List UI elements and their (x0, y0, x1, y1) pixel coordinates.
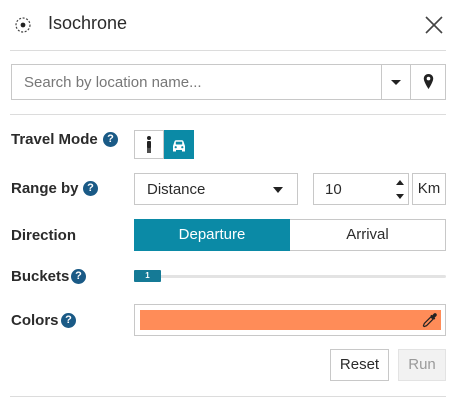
map-pin-icon (423, 74, 434, 89)
colors-label: Colors (11, 312, 59, 329)
search-input[interactable] (12, 65, 382, 99)
buckets-slider-track[interactable] (134, 275, 446, 278)
range-value-input[interactable]: 10 (313, 173, 409, 205)
walking-person-icon (147, 136, 151, 153)
panel-header: Isochrone (0, 0, 460, 50)
direction-arrival-button[interactable]: Arrival (290, 219, 446, 251)
direction-label: Direction (11, 227, 77, 244)
header-divider (10, 50, 446, 51)
reset-button[interactable]: Reset (330, 349, 389, 381)
buckets-label: Buckets (11, 268, 70, 285)
color-swatch[interactable] (140, 310, 441, 330)
search-divider (10, 114, 446, 115)
range-by-selected: Distance (147, 181, 206, 198)
location-button[interactable] (411, 65, 446, 99)
car-icon (173, 140, 185, 152)
chevron-down-icon (273, 187, 283, 193)
eyedropper-icon[interactable] (422, 312, 438, 328)
location-search (11, 64, 446, 100)
help-icon[interactable]: ? (61, 313, 76, 328)
travel-mode-walking-button[interactable] (134, 130, 164, 159)
caret-down-icon (391, 80, 401, 85)
help-icon[interactable]: ? (103, 132, 118, 147)
travel-mode-car-button[interactable] (164, 130, 194, 159)
color-field (134, 304, 446, 336)
spinner-down-icon[interactable] (394, 191, 406, 202)
spinner-up-icon[interactable] (394, 177, 406, 188)
footer-divider (10, 396, 446, 397)
help-icon[interactable]: ? (83, 181, 98, 196)
travel-mode-label: Travel Mode (11, 131, 98, 148)
help-icon[interactable]: ? (71, 269, 86, 284)
buckets-slider-handle[interactable]: 1 (134, 270, 161, 282)
range-by-select[interactable]: Distance (134, 173, 298, 205)
range-unit: Km (412, 173, 446, 205)
range-by-label: Range by (11, 180, 79, 197)
panel-title: Isochrone (48, 13, 128, 33)
radio-target-icon (15, 17, 31, 33)
run-button[interactable]: Run (398, 349, 446, 381)
range-value: 10 (325, 181, 342, 198)
search-dropdown-button[interactable] (382, 65, 410, 99)
direction-departure-button[interactable]: Departure (134, 219, 290, 251)
close-icon[interactable] (423, 14, 445, 36)
